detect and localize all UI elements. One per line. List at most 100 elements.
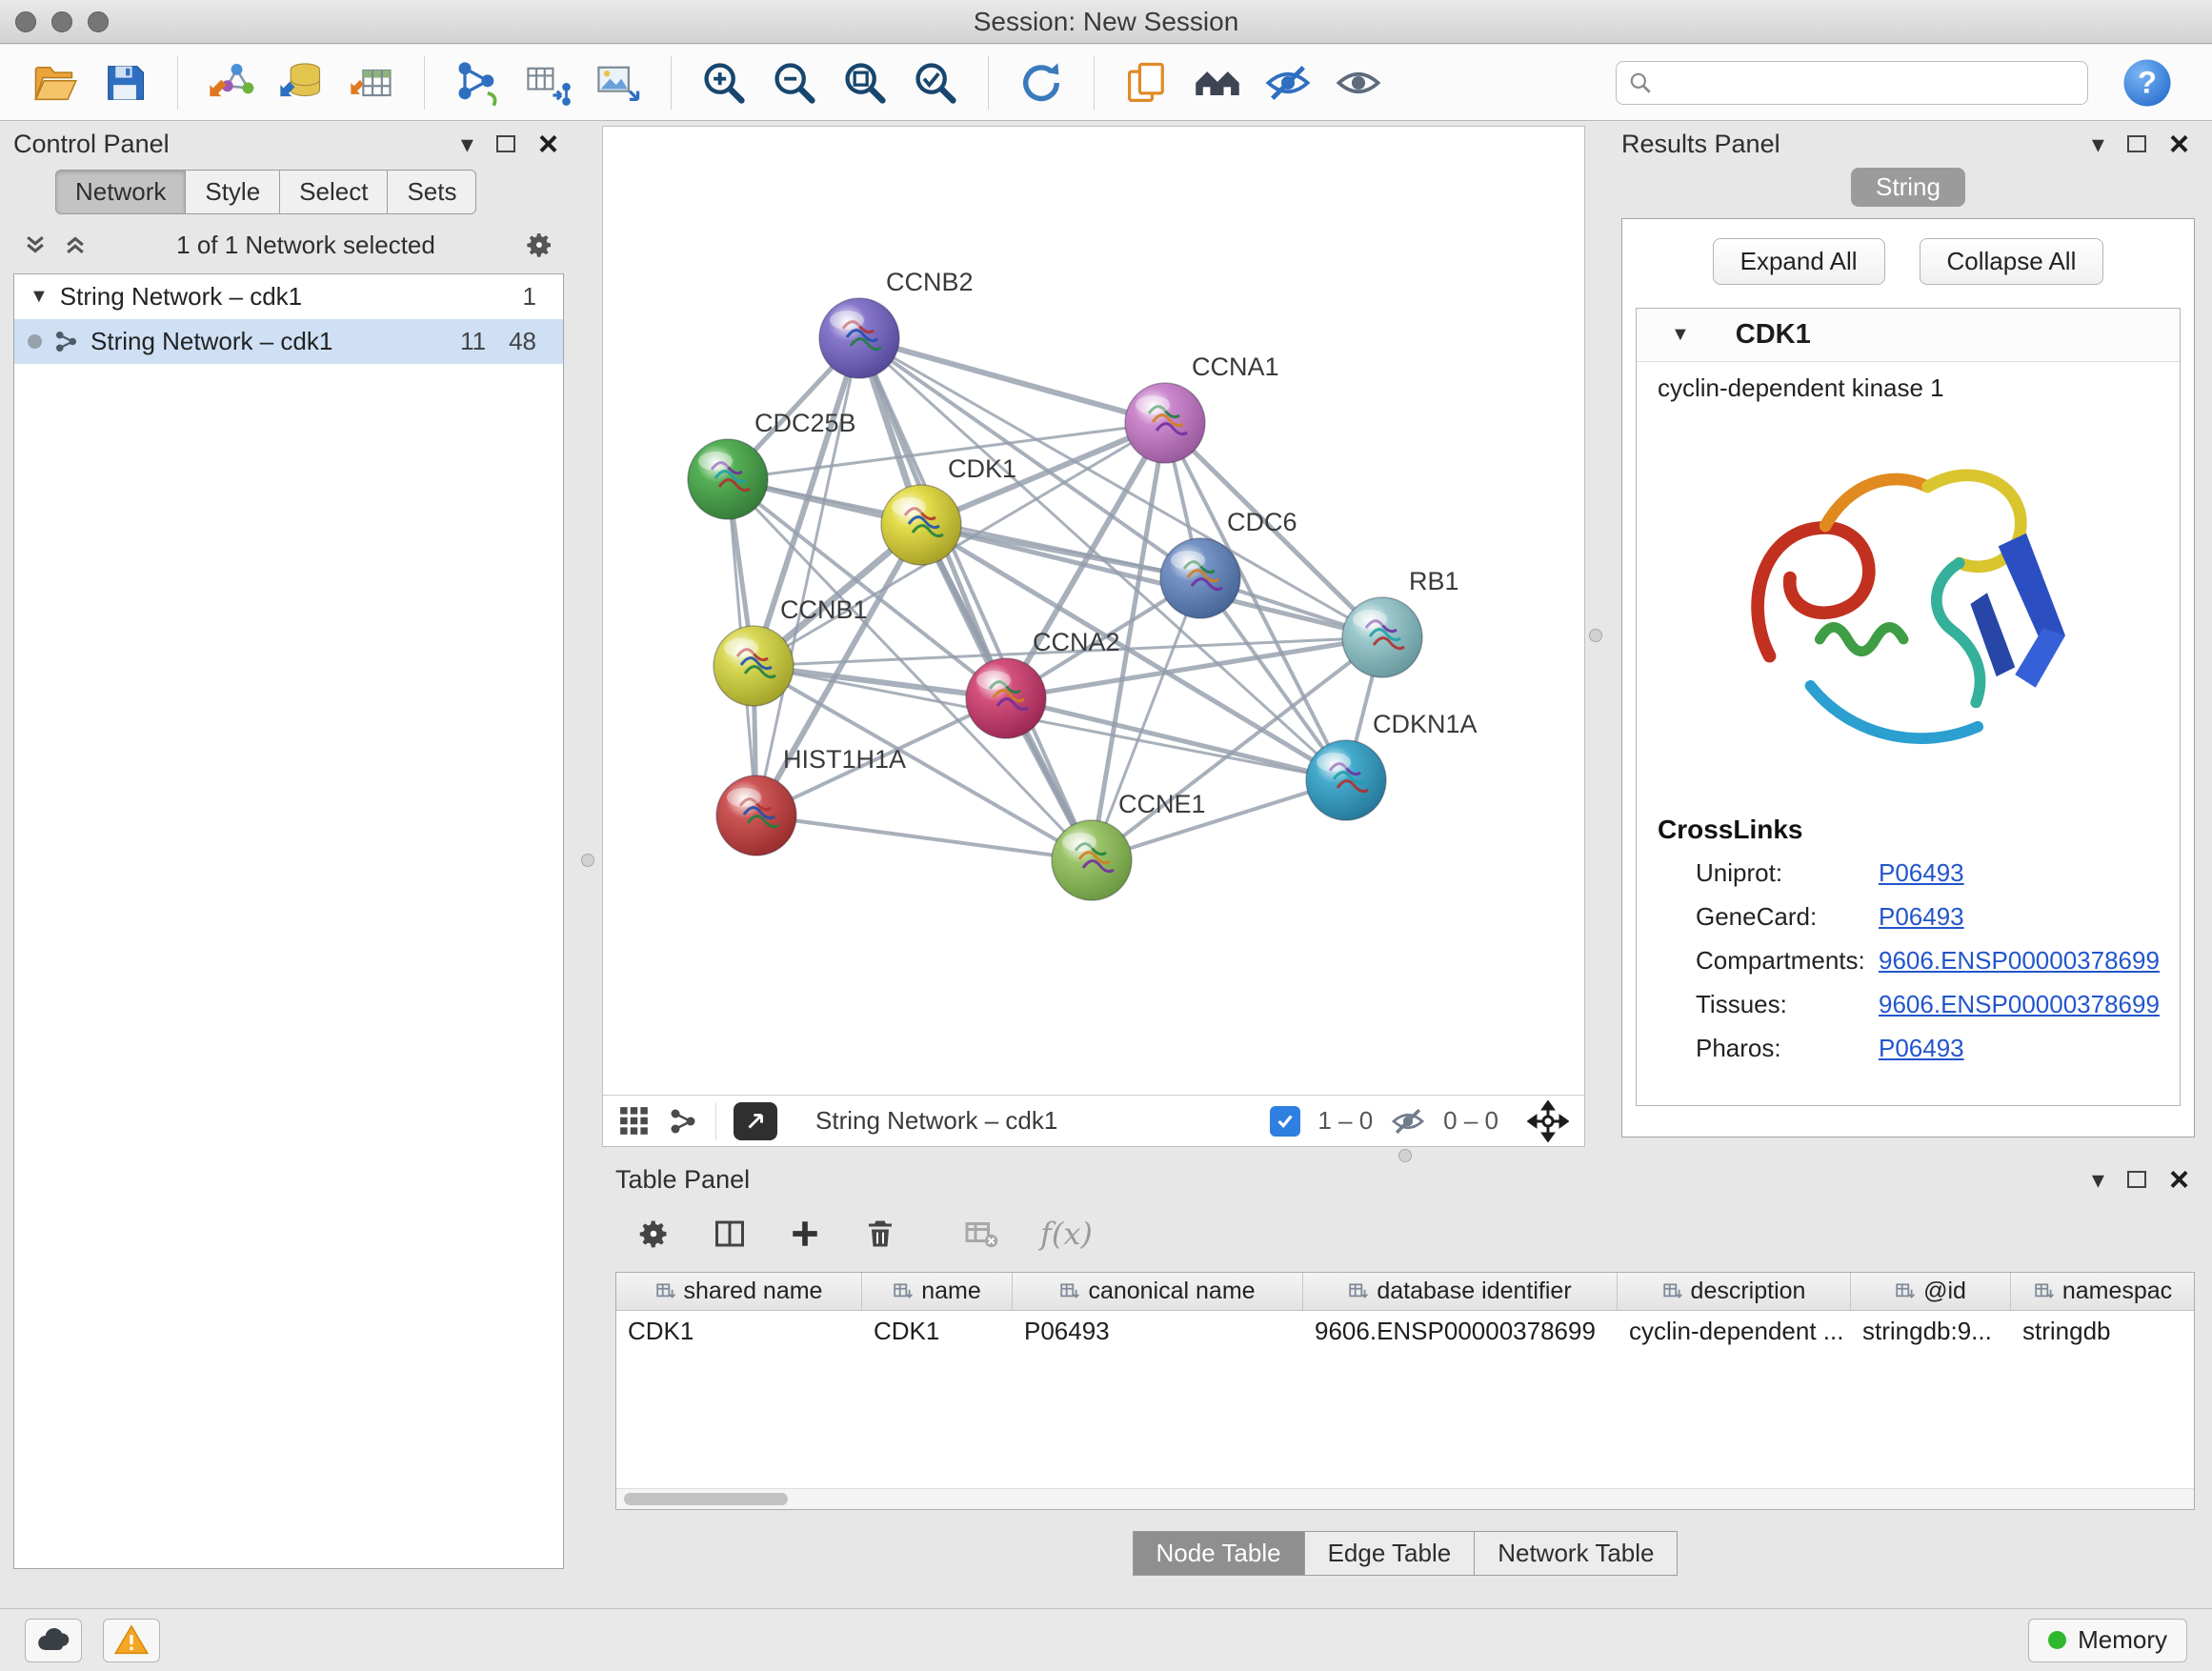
window-minimize-button[interactable] [51, 11, 72, 32]
left-splitter-handle[interactable] [581, 854, 594, 867]
node-highlight [698, 452, 733, 471]
show-columns-icon[interactable] [713, 1217, 747, 1251]
panel-float-icon[interactable] [2127, 1171, 2146, 1188]
column-header-canonical-name[interactable]: canonical name [1013, 1273, 1303, 1310]
network-glyph-icon [53, 329, 79, 354]
help-button[interactable]: ? [2121, 56, 2174, 110]
apply-layout-button[interactable] [1010, 51, 1073, 114]
zoom-in-button[interactable] [693, 51, 755, 114]
window-zoom-button[interactable] [88, 11, 109, 32]
node-highlight [1136, 395, 1170, 414]
column-header-namespac[interactable]: namespac [2011, 1273, 2195, 1310]
table-cell[interactable]: 9606.ENSP00000378699 [1303, 1317, 1618, 1346]
import-network-file-button[interactable] [199, 51, 262, 114]
panel-close-icon[interactable]: × [2169, 127, 2189, 161]
search-input[interactable] [1660, 68, 2076, 97]
protein-section-header[interactable]: ▼ CDK1 [1637, 309, 2180, 362]
control-panel: Control Panel ▾ × NetworkStyleSelectSets… [13, 126, 564, 1580]
crosslink-link[interactable]: P06493 [1879, 902, 1964, 932]
gear-icon[interactable] [636, 1217, 671, 1251]
expand-triangle-icon[interactable]: ▼ [30, 286, 49, 308]
toolbar-separator [671, 56, 672, 110]
panel-float-icon[interactable] [496, 135, 515, 152]
zoom-out-button[interactable] [763, 51, 826, 114]
protein-section: ▼ CDK1 cyclin-dependent kinase 1 [1636, 308, 2181, 1106]
section-expand-triangle-icon[interactable]: ▼ [1671, 324, 1690, 346]
table-row[interactable]: CDK1CDK1P064939606.ENSP00000378699cyclin… [616, 1311, 2194, 1351]
network-selection-status: 1 of 1 Network selected [103, 231, 509, 260]
warning-button[interactable] [103, 1619, 160, 1662]
panel-close-icon[interactable]: × [538, 127, 558, 161]
column-header-database-identifier[interactable]: database identifier [1303, 1273, 1618, 1310]
tab-network-table[interactable]: Network Table [1475, 1531, 1678, 1576]
copy-style-button[interactable] [1116, 51, 1178, 114]
table-cell[interactable]: P06493 [1013, 1317, 1303, 1346]
hide-selected-button[interactable] [1257, 51, 1319, 114]
panel-collapse-icon[interactable]: ▾ [2092, 131, 2104, 156]
scrollbar-thumb[interactable] [624, 1493, 788, 1505]
control-tab-select[interactable]: Select [280, 170, 388, 214]
panel-collapse-icon[interactable]: ▾ [461, 131, 473, 156]
selected-checkbox-icon[interactable] [1270, 1106, 1300, 1137]
tab-string[interactable]: String [1851, 168, 1965, 207]
tab-edge-table[interactable]: Edge Table [1305, 1531, 1476, 1576]
column-header-description[interactable]: description [1618, 1273, 1851, 1310]
import-network-database-button[interactable] [270, 51, 332, 114]
control-tab-sets[interactable]: Sets [388, 170, 476, 214]
column-header-shared-name[interactable]: shared name [616, 1273, 862, 1310]
table-cell[interactable]: CDK1 [862, 1317, 1013, 1346]
delete-column-icon[interactable] [863, 1217, 897, 1251]
function-builder-icon[interactable]: f(x) [1040, 1216, 1093, 1252]
pan-crosshair-icon[interactable] [1527, 1100, 1569, 1142]
crosslink-link[interactable]: P06493 [1879, 858, 1964, 888]
crosslink-link[interactable]: P06493 [1879, 1034, 1964, 1063]
tab-node-table[interactable]: Node Table [1133, 1531, 1305, 1576]
network-from-table-icon [523, 58, 573, 108]
zoom-fit-button[interactable] [834, 51, 896, 114]
cloud-button[interactable] [25, 1619, 82, 1662]
panel-collapse-icon[interactable]: ▾ [2092, 1167, 2104, 1192]
crosslink-link[interactable]: 9606.ENSP00000378699 [1879, 946, 2160, 976]
expand-all-icon[interactable] [63, 232, 88, 257]
network-canvas[interactable]: CCNB2CCNA1CDC25BCDK1CDC6RB1CCNB1CCNA2CDK… [603, 127, 1584, 1095]
network-collection-row[interactable]: ▼ String Network – cdk1 1 [14, 274, 563, 319]
import-table-button[interactable] [340, 51, 403, 114]
network-from-table-button[interactable] [516, 51, 579, 114]
memory-button[interactable]: Memory [2028, 1619, 2187, 1662]
gear-icon[interactable] [524, 230, 554, 260]
zoom-selected-button[interactable] [904, 51, 967, 114]
column-header--id[interactable]: @id [1851, 1273, 2011, 1310]
expand-all-button[interactable]: Expand All [1713, 238, 1885, 285]
network-row-selected[interactable]: String Network – cdk1 11 48 [14, 319, 563, 364]
save-session-button[interactable] [93, 51, 156, 114]
hidden-eye-slash-icon[interactable] [1390, 1103, 1426, 1139]
table-cell[interactable]: stringdb:9... [1851, 1317, 2011, 1346]
node-label-CDK1: CDK1 [948, 454, 1016, 483]
add-column-icon[interactable] [789, 1218, 821, 1250]
collapse-all-button[interactable]: Collapse All [1920, 238, 2104, 285]
show-all-button[interactable] [1327, 51, 1390, 114]
table-cell[interactable]: cyclin-dependent ... [1618, 1317, 1851, 1346]
panel-float-icon[interactable] [2127, 135, 2146, 152]
grid-view-icon[interactable] [618, 1105, 651, 1137]
birdseye-toggle-button[interactable] [734, 1102, 777, 1140]
right-splitter-handle[interactable] [1589, 629, 1602, 642]
window-close-button[interactable] [15, 11, 36, 32]
bottom-splitter-handle[interactable] [1398, 1149, 1412, 1162]
crosslink-link[interactable]: 9606.ENSP00000378699 [1879, 990, 2160, 1019]
horizontal-scrollbar[interactable] [616, 1488, 2194, 1509]
export-image-button[interactable] [587, 51, 650, 114]
control-tab-network[interactable]: Network [55, 170, 186, 214]
first-neighbors-button[interactable] [1186, 51, 1249, 114]
delete-table-icon[interactable] [964, 1217, 998, 1251]
collapse-all-icon[interactable] [23, 232, 48, 257]
control-tab-style[interactable]: Style [186, 170, 280, 214]
search-field[interactable] [1616, 61, 2088, 105]
table-cell[interactable]: CDK1 [616, 1317, 862, 1346]
panel-close-icon[interactable]: × [2169, 1162, 2189, 1197]
table-cell[interactable]: stringdb [2011, 1317, 2195, 1346]
clone-network-button[interactable] [446, 51, 509, 114]
column-header-name[interactable]: name [862, 1273, 1013, 1310]
open-session-button[interactable] [23, 51, 86, 114]
network-overview-icon[interactable] [668, 1106, 698, 1137]
